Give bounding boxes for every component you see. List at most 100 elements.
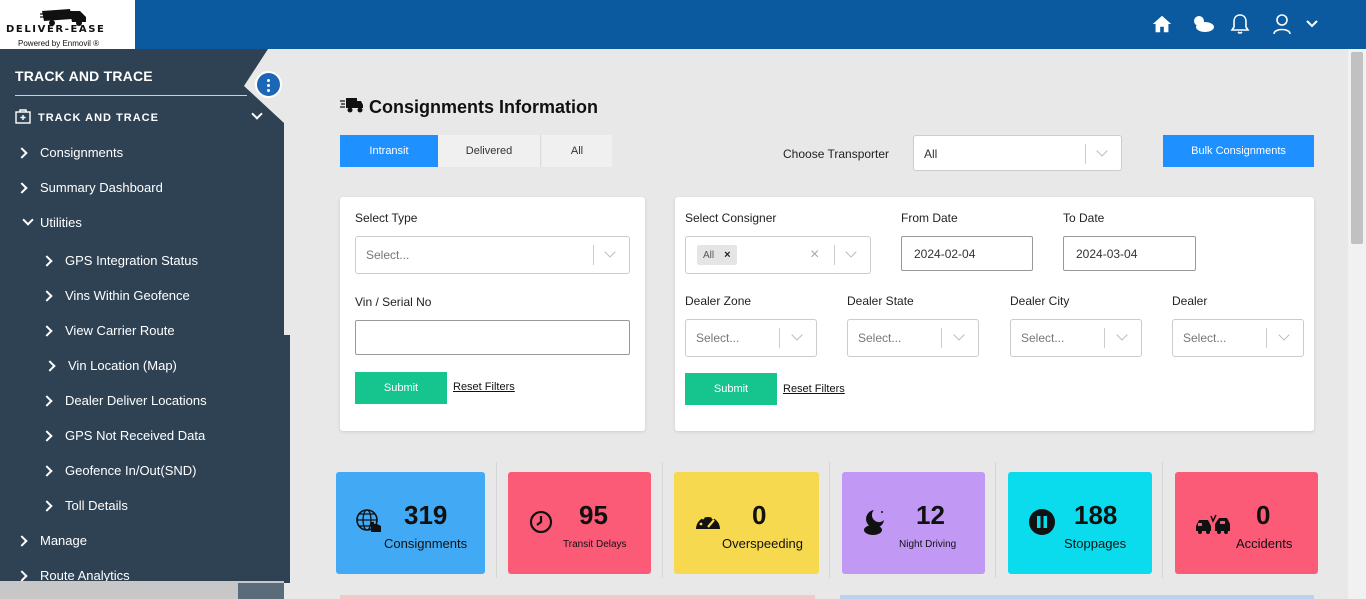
bell-icon[interactable] (1230, 13, 1250, 35)
sidebar-item-label: Dealer Deliver Locations (65, 393, 207, 408)
reset-filters-link-right[interactable]: Reset Filters (783, 383, 845, 395)
card-value: 0 (1256, 500, 1271, 530)
select-type-dropdown[interactable]: Select... (355, 236, 630, 274)
sidebar-item-label: Manage (40, 533, 87, 548)
main-scrollbar-thumb[interactable] (1351, 52, 1363, 244)
select-separator (1266, 328, 1267, 348)
dealer-city-dropdown[interactable]: Select... (1010, 319, 1142, 357)
submit-button-right[interactable]: Submit (685, 373, 777, 405)
sidebar-item-label: GPS Integration Status (65, 253, 198, 268)
sidebar-section-track-and-trace[interactable]: TRACK AND TRACE (15, 108, 267, 127)
horizontal-scrollbar-thumb[interactable] (238, 583, 284, 599)
card-stoppages[interactable]: 188 Stoppages (1008, 472, 1152, 574)
select-separator (593, 245, 594, 265)
from-date-value: 2024-02-04 (914, 247, 976, 261)
globe-hand-icon (356, 509, 381, 532)
to-date-value: 2024-03-04 (1076, 247, 1138, 261)
card-accidents[interactable]: 0 Accidents (1175, 472, 1318, 574)
submit-button-left[interactable]: Submit (355, 372, 447, 404)
sidebar-item-label: Consignments (40, 145, 124, 160)
page-title: Consignments Information (369, 97, 598, 117)
card-label: Stoppages (1064, 536, 1127, 551)
car-crash-icon (1196, 514, 1230, 534)
select-consigner-dropdown[interactable]: All × × (685, 236, 871, 274)
reset-filters-link-left[interactable]: Reset Filters (453, 381, 515, 393)
home-icon[interactable] (1151, 13, 1173, 35)
chevron-down-icon (845, 246, 857, 258)
sidebar-toggle-button[interactable] (255, 71, 282, 98)
card-overspeeding[interactable]: 0 Overspeeding (674, 472, 819, 574)
dealer-city-placeholder: Select... (1021, 331, 1065, 345)
dealer-zone-placeholder: Select... (696, 331, 740, 345)
sidebar-item-label: Geofence In/Out(SND) (65, 463, 197, 478)
chevron-down-icon (1278, 329, 1290, 341)
card-value: 0 (752, 500, 767, 530)
card-value: 95 (579, 500, 608, 530)
select-separator (1104, 328, 1105, 348)
card-divider (829, 462, 830, 578)
lower-panel-left (340, 595, 815, 599)
card-divider (662, 462, 663, 578)
card-value: 319 (404, 500, 448, 530)
remove-tag-icon[interactable]: × (724, 249, 730, 261)
card-label: Consignments (384, 536, 468, 551)
sidebar-item-label: GPS Not Received Data (65, 428, 206, 443)
clock-icon (529, 510, 553, 534)
truck-icon (340, 98, 363, 113)
card-label: Transit Delays (563, 539, 627, 550)
brand-name: DELIVER-EASE (6, 24, 106, 35)
card-label: Night Driving (899, 539, 957, 550)
chevron-down-icon (1096, 145, 1108, 157)
dealer-zone-dropdown[interactable]: Select... (685, 319, 817, 357)
chevron-down-icon (953, 329, 965, 341)
select-separator (1085, 144, 1086, 164)
speedometer-icon (696, 513, 720, 529)
sidebar-item-label: Utilities (40, 215, 82, 230)
card-night-driving[interactable]: 12 Night Driving (842, 472, 985, 574)
dealer-label: Dealer (1172, 294, 1208, 308)
lower-panel-right (840, 595, 1314, 599)
dealer-state-dropdown[interactable]: Select... (847, 319, 979, 357)
select-separator (834, 245, 835, 265)
dealer-city-label: Dealer City (1010, 294, 1070, 308)
from-date-input[interactable]: 2024-02-04 (901, 236, 1033, 271)
tab-intransit[interactable]: Intransit (340, 135, 438, 167)
dealer-state-placeholder: Select... (858, 331, 902, 345)
sidebar-section-label: TRACK AND TRACE (38, 112, 159, 124)
chevron-down-icon[interactable] (1305, 18, 1319, 30)
sidebar-item-label: Vin Location (Map) (68, 358, 177, 373)
card-divider (995, 462, 996, 578)
to-date-input[interactable]: 2024-03-04 (1063, 236, 1196, 271)
select-consigner-label: Select Consigner (685, 211, 777, 225)
consigner-tag[interactable]: All × (697, 245, 737, 265)
from-date-label: From Date (901, 211, 958, 225)
brand-logo[interactable]: DELIVER-EASE Powered by Enmovil ® (0, 0, 135, 49)
vin-input[interactable] (355, 320, 630, 355)
card-transit-delays[interactable]: 95 Transit Delays (508, 472, 651, 574)
clear-icon[interactable]: × (810, 246, 819, 264)
tab-delivered[interactable]: Delivered (438, 135, 541, 167)
transporter-label: Choose Transporter (783, 147, 890, 161)
sidebar-item-label: Summary Dashboard (40, 180, 163, 195)
dealer-placeholder: Select... (1183, 331, 1227, 345)
sidebar-item-label: Vins Within Geofence (65, 288, 190, 303)
sidebar-item-label: View Carrier Route (65, 323, 175, 338)
chevron-down-icon (251, 108, 263, 120)
user-icon[interactable] (1272, 13, 1292, 35)
medkit-icon (15, 109, 31, 124)
consigner-tag-label: All (703, 249, 715, 261)
sidebar-divider (15, 95, 247, 96)
sidebar-item-label: Toll Details (65, 498, 128, 513)
sidebar-scrollbar-thumb[interactable] (284, 335, 290, 583)
dealer-dropdown[interactable]: Select... (1172, 319, 1304, 357)
dealer-state-label: Dealer State (847, 294, 914, 308)
bulk-consignments-button[interactable]: Bulk Consignments (1163, 135, 1314, 167)
select-separator (941, 328, 942, 348)
chevron-down-icon (1116, 329, 1128, 341)
weather-icon[interactable] (1190, 13, 1216, 35)
card-label: Accidents (1236, 536, 1293, 551)
tab-all[interactable]: All (542, 135, 612, 167)
card-consignments[interactable]: 319 Consignments (336, 472, 485, 574)
card-divider (496, 462, 497, 578)
transporter-select[interactable]: All (913, 135, 1122, 171)
